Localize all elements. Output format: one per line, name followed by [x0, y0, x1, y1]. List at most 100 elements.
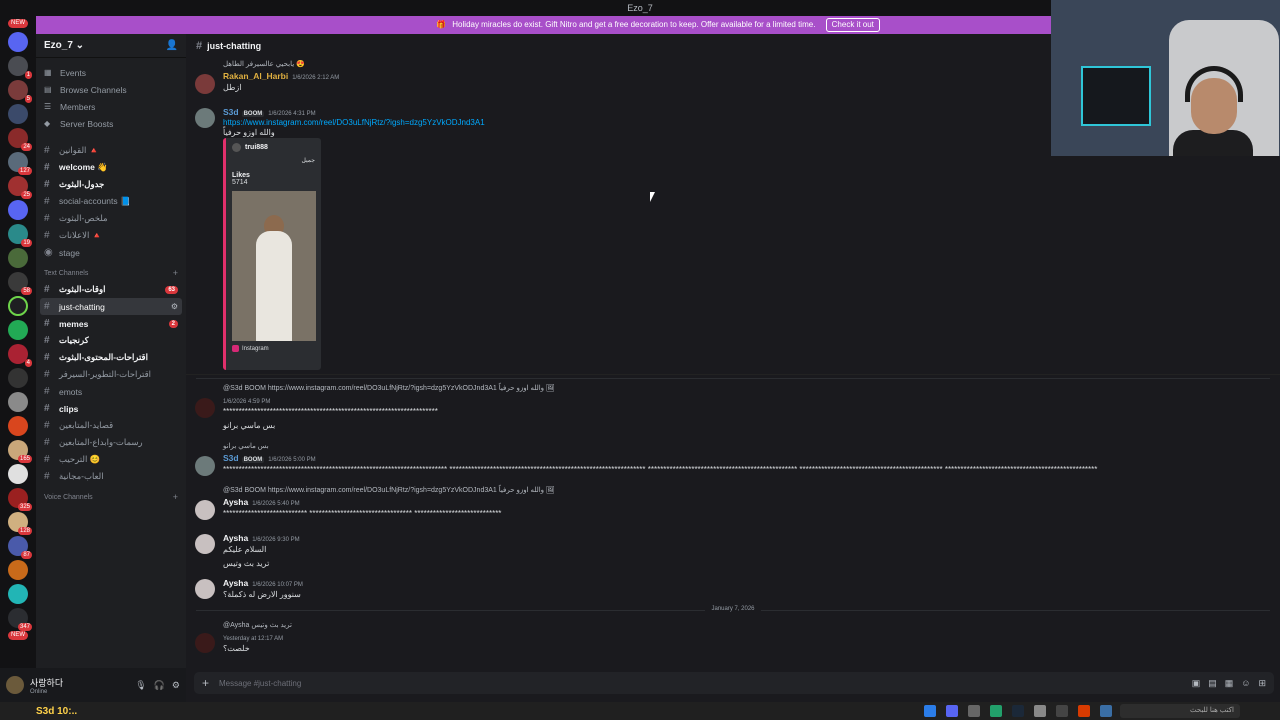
server-icon[interactable]: [8, 416, 28, 436]
hash-icon: #: [44, 437, 50, 448]
server-icon[interactable]: [8, 584, 28, 604]
server-icon[interactable]: 25: [8, 176, 32, 199]
message-input[interactable]: [219, 678, 1192, 688]
avatar[interactable]: [195, 579, 215, 599]
server-icon[interactable]: 58: [8, 272, 32, 295]
server-icon[interactable]: 4: [8, 344, 32, 367]
server-icon[interactable]: [8, 248, 28, 268]
channel-title: just-chatting: [207, 41, 262, 51]
server-icon[interactable]: 347: [8, 608, 32, 631]
steam-icon[interactable]: [1012, 705, 1024, 717]
channel-item[interactable]: # القوانين 🔺: [36, 142, 186, 159]
server-icon[interactable]: 87: [8, 536, 32, 559]
settings-icon[interactable]: [1034, 705, 1046, 717]
server-icon[interactable]: 19: [8, 224, 32, 247]
channel-item-just-chatting[interactable]: # just-chatting ⚙: [40, 298, 182, 315]
taskbar-app-icon[interactable]: [1078, 705, 1090, 717]
channel-item[interactable]: # كرنجيات: [36, 332, 186, 349]
stage-channel[interactable]: ◉ stage: [36, 244, 186, 261]
channel-item[interactable]: # رسمات-وابداع-المتابعين: [36, 434, 186, 451]
avatar[interactable]: [195, 456, 215, 476]
nav-events[interactable]: ▦ Events: [36, 64, 186, 81]
discord-icon[interactable]: [946, 705, 958, 717]
settings-icon[interactable]: ⚙: [172, 680, 180, 691]
guild-header[interactable]: Ezo_7 ⌄ 👤: [36, 34, 186, 58]
taskbar-app-icon[interactable]: [968, 705, 980, 717]
server-icon[interactable]: [8, 392, 28, 412]
home-button[interactable]: [8, 32, 28, 52]
channel-item[interactable]: # clips: [36, 400, 186, 417]
nav-browse-channels[interactable]: ▤ Browse Channels: [36, 81, 186, 98]
embed-thumbnail[interactable]: [232, 191, 316, 341]
channel-item[interactable]: # قصايد-المتابعين: [36, 417, 186, 434]
username[interactable]: Aysha: [223, 497, 248, 507]
avatar[interactable]: [195, 534, 215, 554]
channel-item[interactable]: # جدول-البثوث: [36, 176, 186, 193]
channel-item[interactable]: # اوقات-البثوث 63: [36, 281, 186, 298]
sticker-icon[interactable]: ▦: [1225, 678, 1234, 689]
server-icon[interactable]: [8, 320, 28, 340]
server-icon[interactable]: 127: [8, 152, 32, 175]
embed-author-avatar: [232, 143, 241, 152]
nav-members[interactable]: ☰ Members: [36, 98, 186, 115]
server-icon[interactable]: [8, 104, 28, 124]
channel-item[interactable]: # ملخص-البثوث: [36, 210, 186, 227]
channel-item[interactable]: # الترحيب 😊: [36, 451, 186, 468]
gif-icon[interactable]: ▤: [1208, 678, 1217, 689]
server-icon[interactable]: 128: [8, 512, 32, 535]
channel-item[interactable]: # اقتراحات-التطوير-السيرفر: [36, 366, 186, 383]
server-icon[interactable]: 24: [8, 128, 32, 151]
server-icon[interactable]: 325: [8, 488, 32, 511]
username[interactable]: Aysha: [223, 533, 248, 543]
instagram-embed[interactable]: trui888 جميل Likes 5714 Instagram: [223, 138, 321, 370]
server-icon[interactable]: [8, 368, 28, 388]
reply-preview[interactable]: بس ماسي برانو: [223, 442, 1260, 452]
channel-item[interactable]: # emots: [36, 383, 186, 400]
username[interactable]: S3d: [223, 453, 239, 463]
check-it-out-button[interactable]: Check it out: [825, 18, 880, 32]
server-icon[interactable]: [8, 296, 28, 316]
channel-item[interactable]: # social-accounts 📘: [36, 193, 186, 210]
unread-count: 63: [165, 285, 178, 294]
nav-server-boosts[interactable]: ◆ Server Boosts: [36, 115, 186, 132]
taskbar-search[interactable]: اكتب هنا للبحث: [1120, 704, 1240, 718]
avatar[interactable]: [195, 74, 215, 94]
avatar[interactable]: [195, 108, 215, 128]
hash-icon: #: [44, 179, 50, 190]
username[interactable]: S3d: [223, 107, 239, 117]
channel-item[interactable]: # welcome 👋: [36, 159, 186, 176]
reply-preview[interactable]: @Aysha تريد بث وتيس: [223, 621, 1260, 631]
reply-preview[interactable]: @S3d BOOM https://www.instagram.com/reel…: [223, 384, 1260, 394]
channel-item[interactable]: # memes 2: [36, 315, 186, 332]
avatar[interactable]: [195, 500, 215, 520]
server-icon[interactable]: 1: [8, 56, 32, 79]
taskbar-app-icon[interactable]: [1100, 705, 1112, 717]
category-text-channels[interactable]: Text Channels +: [36, 265, 186, 281]
taskbar-app-icon[interactable]: [1056, 705, 1068, 717]
apps-icon[interactable]: ⊞: [1258, 678, 1266, 689]
username[interactable]: Aysha: [223, 578, 248, 588]
taskbar-app-icon[interactable]: [924, 705, 936, 717]
server-icon[interactable]: 5: [8, 80, 32, 103]
avatar[interactable]: [6, 676, 24, 694]
headphones-icon[interactable]: 🎧: [154, 680, 165, 691]
taskbar-app-icon[interactable]: [990, 705, 1002, 717]
invite-icon[interactable]: 👤: [166, 40, 178, 51]
channel-item[interactable]: # الاعلانات 🔺: [36, 227, 186, 244]
server-icon[interactable]: [8, 464, 28, 484]
username[interactable]: Rakan_Al_Harbi: [223, 71, 288, 81]
taskbar-widget[interactable]: S3d 10:..: [36, 706, 77, 717]
avatar[interactable]: [195, 633, 215, 653]
server-icon[interactable]: [8, 560, 28, 580]
reply-preview[interactable]: @S3d BOOM https://www.instagram.com/reel…: [223, 486, 1260, 496]
category-voice-channels[interactable]: Voice Channels +: [36, 489, 186, 505]
microphone-icon[interactable]: 🎙: [135, 680, 146, 691]
channel-item[interactable]: # اقتراحات-المحتوى-البثوث: [36, 349, 186, 366]
attach-plus-icon[interactable]: +: [202, 676, 209, 690]
emoji-icon[interactable]: ☺: [1241, 678, 1250, 689]
server-icon[interactable]: [8, 200, 28, 220]
gift-icon[interactable]: ▣: [1192, 678, 1201, 689]
avatar[interactable]: [195, 398, 215, 418]
server-icon[interactable]: 165: [8, 440, 32, 463]
channel-item[interactable]: # العاب-مجانية: [36, 468, 186, 485]
